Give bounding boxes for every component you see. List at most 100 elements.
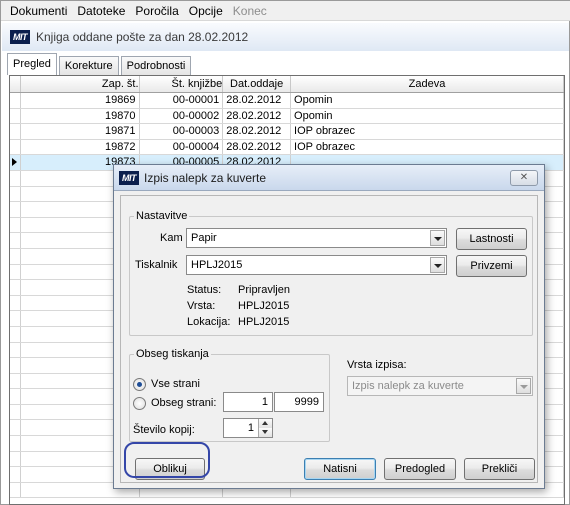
cell-zap-st: 19872 — [21, 139, 140, 155]
table-row[interactable]: 19871 00-00003 28.02.2012 IOP obrazec — [10, 124, 564, 140]
copies-value: 1 — [247, 422, 254, 434]
row-indicator — [10, 124, 21, 139]
app-window: Dokumenti Datoteke Poročila Opcije Konec… — [0, 0, 570, 505]
menu-porocila[interactable]: Poročila — [130, 1, 183, 21]
all-pages-label[interactable]: Vse strani — [151, 378, 200, 390]
cell-zap-st: 19869 — [21, 93, 140, 108]
row-indicator — [10, 93, 21, 108]
copies-stepper[interactable]: 1 — [223, 418, 273, 438]
range-from-input[interactable]: 1 — [223, 392, 273, 412]
chevron-down-icon[interactable] — [430, 230, 445, 246]
tab-strip: Pregled Korekture Podrobnosti — [7, 53, 193, 75]
header-dat-oddaje[interactable]: Dat.oddaje — [223, 76, 291, 92]
cell-dat-oddaje: 28.02.2012 — [223, 139, 292, 155]
grid-header: Zap. št. Št. knjižbe Dat.oddaje Zadeva — [10, 76, 564, 93]
cell-st-knjizbe: 00-00003 — [140, 124, 224, 139]
tab-pregled[interactable]: Pregled — [7, 53, 57, 75]
chevron-down-icon — [516, 378, 531, 394]
row-indicator — [10, 108, 21, 124]
empty-cell — [10, 342, 21, 358]
empty-cell — [10, 311, 21, 326]
header-zap-st[interactable]: Zap. št. — [21, 76, 140, 92]
spin-up-icon[interactable] — [259, 419, 272, 428]
chevron-down-icon[interactable] — [430, 257, 445, 273]
settings-legend: Nastavitve — [136, 210, 188, 222]
dialog-logo-icon: MIT — [119, 170, 139, 185]
tab-podrobnosti[interactable]: Podrobnosti — [120, 56, 192, 75]
row-indicator — [10, 155, 21, 170]
cell-zap-st: 19871 — [21, 124, 140, 139]
cell-zadeva: IOP obrazec — [291, 139, 564, 155]
page-range-label[interactable]: Obseg strani: — [151, 397, 216, 409]
row-indicator — [10, 186, 21, 202]
kam-select[interactable]: Papir — [186, 228, 447, 248]
kam-label: Kam — [160, 232, 183, 244]
menu-opcije[interactable]: Opcije — [184, 1, 228, 21]
dialog-title: Izpis nalepk za kuverte — [144, 170, 267, 185]
cell-zap-st: 19870 — [21, 108, 140, 124]
row-indicator — [10, 170, 21, 186]
empty-cell — [10, 482, 21, 498]
cell-dat-oddaje: 28.02.2012 — [223, 93, 292, 108]
natisni-button[interactable]: Natisni — [304, 458, 376, 480]
header-indicator — [10, 76, 21, 92]
lokacija-label: Lokacija: — [187, 316, 231, 328]
empty-cell — [10, 404, 21, 420]
row-indicator — [10, 248, 21, 264]
copies-label: Število kopij: — [133, 424, 195, 436]
cell-st-knjizbe: 00-00004 — [140, 139, 224, 155]
status-label: Status: — [187, 284, 222, 296]
lokacija-value: HPLJ2015 — [238, 316, 290, 328]
dialog-title-bar: MIT Izpis nalepk za kuverte ✕ — [114, 165, 544, 191]
empty-cell — [10, 373, 21, 389]
range-to-input[interactable]: 9999 — [274, 392, 324, 412]
header-st-knjizbe[interactable]: Št. knjižbe — [140, 76, 224, 92]
current-row-arrow-icon — [12, 158, 17, 167]
lastnosti-button[interactable]: Lastnosti — [456, 228, 527, 250]
table-row[interactable]: 19872 00-00004 28.02.2012 IOP obrazec — [10, 139, 564, 156]
print-labels-dialog: MIT Izpis nalepk za kuverte ✕ Nastavitve… — [113, 164, 545, 489]
status-value: Pripravljen — [238, 284, 290, 296]
close-icon[interactable]: ✕ — [510, 170, 538, 186]
predogled-button[interactable]: Predogled — [384, 458, 456, 480]
vrsta-value: HPLJ2015 — [238, 300, 290, 312]
preklici-button[interactable]: Prekliči — [464, 458, 535, 480]
dialog-body: Nastavitve Kam Papir Lastnosti Tiskalnik… — [120, 195, 538, 483]
menu-datoteke[interactable]: Datoteke — [72, 1, 130, 21]
empty-cell — [10, 326, 21, 342]
table-row[interactable]: 19870 00-00002 28.02.2012 Opomin — [10, 108, 564, 125]
cell-st-knjizbe: 00-00002 — [140, 108, 224, 124]
row-indicator — [10, 233, 21, 248]
page-range-radio[interactable] — [133, 397, 146, 410]
privzemi-button[interactable]: Privzemi — [456, 255, 527, 277]
oblikuj-highlight-ring — [124, 442, 210, 478]
empty-cell — [10, 467, 21, 482]
vrsta-label: Vrsta: — [187, 300, 216, 312]
row-indicator — [10, 139, 21, 155]
table-row[interactable]: 19869 00-00001 28.02.2012 Opomin — [10, 93, 564, 109]
copies-spinner[interactable] — [258, 419, 272, 437]
row-indicator — [10, 264, 21, 280]
tiskalnik-label: Tiskalnik — [135, 259, 178, 271]
menu-dokumenti[interactable]: Dokumenti — [5, 1, 72, 21]
cell-st-knjizbe: 00-00001 — [140, 93, 224, 108]
all-pages-radio[interactable] — [133, 378, 146, 391]
tiskalnik-select[interactable]: HPLJ2015 — [186, 255, 447, 275]
menu-bar: Dokumenti Datoteke Poročila Opcije Konec — [1, 1, 570, 21]
print-range-legend: Obseg tiskanja — [136, 348, 209, 360]
header-zadeva[interactable]: Zadeva — [291, 76, 564, 92]
spin-down-icon[interactable] — [259, 428, 272, 437]
row-indicator — [10, 202, 21, 217]
empty-cell — [10, 280, 21, 295]
tab-korekture[interactable]: Korekture — [58, 56, 119, 75]
row-indicator — [10, 217, 21, 233]
cell-zadeva: IOP obrazec — [291, 124, 564, 139]
cell-dat-oddaje: 28.02.2012 — [223, 108, 292, 124]
empty-cell — [10, 389, 21, 404]
empty-cell — [10, 358, 21, 373]
cell-dat-oddaje: 28.02.2012 — [223, 124, 292, 139]
cell-zadeva: Opomin — [291, 93, 564, 108]
print-type-label: Vrsta izpisa: — [347, 359, 407, 371]
empty-cell — [10, 420, 21, 436]
cell-zadeva: Opomin — [291, 108, 564, 124]
